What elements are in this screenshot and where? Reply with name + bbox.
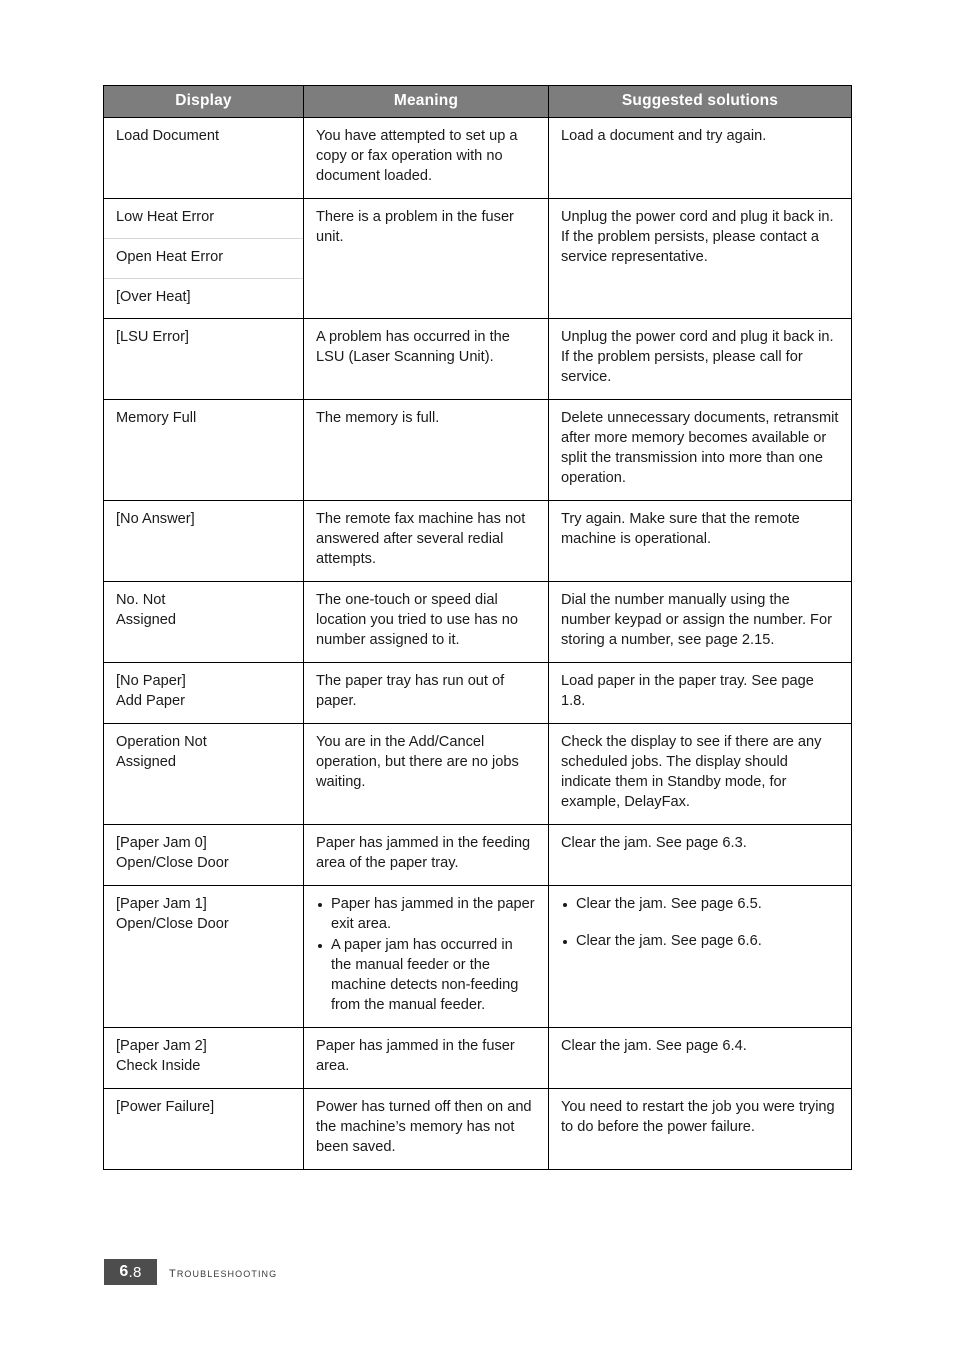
cell-solution: Unplug the power cord and plug it back i… xyxy=(548,317,852,400)
error-messages-table: Display Meaning Suggested solutions Load… xyxy=(103,85,852,1171)
cell-meaning: Power has turned off then on and the mac… xyxy=(303,1088,549,1170)
table-row: [Paper Jam 2] Check Inside Paper has jam… xyxy=(103,1027,852,1089)
cell-display-line: Operation Not xyxy=(116,733,207,750)
table-row: [No Paper] Add Paper The paper tray has … xyxy=(103,661,852,724)
table-header-row: Display Meaning Suggested solutions xyxy=(103,85,852,118)
list-item: Clear the jam. See page 6.6. xyxy=(561,932,840,952)
table-row: No. Not Assigned The one-touch or speed … xyxy=(103,580,852,663)
cell-display-line: Assigned xyxy=(116,611,177,628)
cell-display: Memory Full xyxy=(103,398,304,501)
page-footer: 6.8 Troubleshooting xyxy=(104,1259,277,1285)
cell-display-grouped: Low Heat Error Open Heat Error [Over Hea… xyxy=(103,197,304,319)
cell-display-sub: Open Heat Error xyxy=(104,239,303,279)
page-number-major: 6 xyxy=(119,1263,129,1280)
cell-display-line: No. Not xyxy=(116,591,166,608)
cell-display: [Paper Jam 2] Check Inside xyxy=(103,1027,304,1089)
column-header-display: Display xyxy=(103,85,304,118)
cell-display: [No Paper] Add Paper xyxy=(103,661,304,724)
cell-meaning: Paper has jammed in the paper exit area.… xyxy=(303,884,549,1028)
cell-solution: Clear the jam. See page 6.4. xyxy=(548,1027,852,1089)
cell-meaning: Paper has jammed in the feeding area of … xyxy=(303,823,549,886)
cell-display-line: [Paper Jam 2] xyxy=(116,1038,207,1055)
cell-solution: Check the display to see if there are an… xyxy=(548,722,852,825)
table-row: [LSU Error] A problem has occurred in th… xyxy=(103,317,852,400)
cell-solution: Unplug the power cord and plug it back i… xyxy=(548,197,852,319)
cell-display: [No Answer] xyxy=(103,499,304,582)
solution-bullet-list: Clear the jam. See page 6.5. Clear the j… xyxy=(561,895,840,952)
cell-meaning: The remote fax machine has not answered … xyxy=(303,499,549,582)
cell-solution: Clear the jam. See page 6.5. Clear the j… xyxy=(548,884,852,1028)
cell-display-sub: Low Heat Error xyxy=(104,199,303,239)
cell-display: [Power Failure] xyxy=(103,1088,304,1170)
cell-meaning: Paper has jammed in the fuser area. xyxy=(303,1027,549,1089)
page-number-minor: 8 xyxy=(133,1263,142,1281)
table-row: [Power Failure] Power has turned off the… xyxy=(103,1088,852,1170)
cell-solution: Load a document and try again. xyxy=(561,128,767,144)
column-header-meaning: Meaning xyxy=(303,85,549,118)
table-row: [Paper Jam 0] Open/Close Door Paper has … xyxy=(103,823,852,886)
cell-meaning: There is a problem in the fuser unit. xyxy=(303,197,549,319)
cell-display: [Paper Jam 1] Open/Close Door xyxy=(103,884,304,1028)
cell-meaning: A problem has occurred in the LSU (Laser… xyxy=(303,317,549,400)
table-row: Low Heat Error Open Heat Error [Over Hea… xyxy=(103,197,852,319)
cell-solution: Dial the number manually using the numbe… xyxy=(548,580,852,663)
cell-display-line: [Paper Jam 1] xyxy=(116,895,207,912)
list-item: Clear the jam. See page 6.5. xyxy=(561,895,840,915)
table-row: Load Document You have attempted to set … xyxy=(103,117,852,199)
table-row: [No Answer] The remote fax machine has n… xyxy=(103,499,852,582)
cell-solution: Clear the jam. See page 6.3. xyxy=(548,823,852,886)
cell-solution: Try again. Make sure that the remote mac… xyxy=(548,499,852,582)
footer-chapter-title: Troubleshooting xyxy=(169,1263,278,1281)
table-row: Memory Full The memory is full. Delete u… xyxy=(103,398,852,501)
list-item: A paper jam has occurred in the manual f… xyxy=(316,936,537,1016)
cell-display-line: Open/Close Door xyxy=(116,854,229,871)
list-item: Paper has jammed in the paper exit area. xyxy=(316,895,537,935)
cell-meaning: The memory is full. xyxy=(303,398,549,501)
table-row: Operation Not Assigned You are in the Ad… xyxy=(103,722,852,825)
cell-meaning: The one-touch or speed dial location you… xyxy=(303,580,549,663)
table-row: [Paper Jam 1] Open/Close Door Paper has … xyxy=(103,884,852,1028)
cell-display-line: Check Inside xyxy=(116,1058,201,1075)
cell-solution: You need to restart the job you were try… xyxy=(548,1088,852,1170)
cell-solution: Load paper in the paper tray. See page 1… xyxy=(548,661,852,724)
cell-meaning: You are in the Add/Cancel operation, but… xyxy=(303,722,549,825)
page-number-badge: 6.8 xyxy=(104,1259,157,1285)
column-header-suggested-solutions: Suggested solutions xyxy=(548,85,852,118)
cell-display-line: Add Paper xyxy=(116,692,185,709)
cell-display-line: [No Paper] xyxy=(116,672,186,689)
cell-display-line: Open/Close Door xyxy=(116,915,229,932)
cell-display-line: Assigned xyxy=(116,753,177,770)
cell-solution: Delete unnecessary documents, retransmit… xyxy=(548,398,852,501)
table-header: Display Meaning Suggested solutions xyxy=(103,85,852,118)
cell-display: Operation Not Assigned xyxy=(103,722,304,825)
meaning-bullet-list: Paper has jammed in the paper exit area.… xyxy=(316,895,537,1016)
cell-meaning: The paper tray has run out of paper. xyxy=(303,661,549,724)
cell-display: Load Document xyxy=(103,117,304,199)
cell-display: No. Not Assigned xyxy=(103,580,304,663)
document-page: Display Meaning Suggested solutions Load… xyxy=(0,0,954,1348)
cell-display: [LSU Error] xyxy=(103,317,304,400)
cell-meaning: You have attempted to set up a copy or f… xyxy=(303,117,549,199)
cell-display: [Paper Jam 0] Open/Close Door xyxy=(103,823,304,886)
cell-display-sub: [Over Heat] xyxy=(116,288,191,305)
cell-display-line: [Paper Jam 0] xyxy=(116,834,207,851)
table-body: Load Document You have attempted to set … xyxy=(103,117,852,1170)
